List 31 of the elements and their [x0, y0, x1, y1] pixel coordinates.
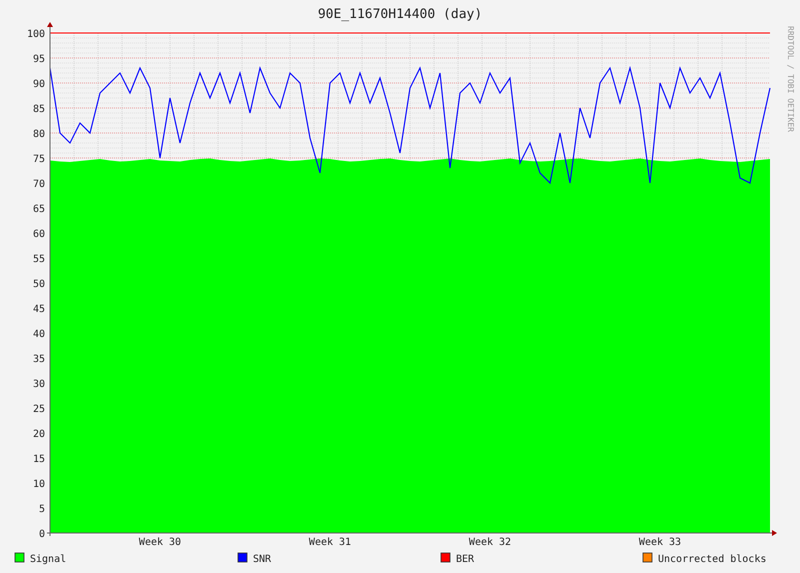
y-tick-label: 65 [32, 204, 45, 215]
legend-label: BER [456, 554, 474, 565]
legend-label: Uncorrected blocks [658, 554, 766, 565]
x-tick-label: Week 33 [638, 537, 682, 548]
x-tick-label: Week 30 [138, 537, 182, 548]
y-tick-label: 25 [32, 404, 45, 415]
y-tick-label: 20 [32, 429, 45, 440]
y-tick-label: 60 [32, 229, 45, 240]
y-tick-label: 35 [32, 354, 45, 365]
y-tick-label: 75 [32, 154, 45, 165]
y-tick-label: 30 [32, 379, 45, 390]
x-tick-label: Week 32 [468, 537, 512, 548]
y-tick-label: 90 [32, 79, 45, 90]
x-tick-label: Week 31 [308, 537, 352, 548]
y-tick-label: 50 [32, 279, 45, 290]
y-tick-label: 85 [32, 104, 45, 115]
y-tick-label: 15 [32, 454, 45, 465]
legend-label: Signal [30, 554, 66, 565]
y-tick-label: 70 [32, 179, 45, 190]
watermark-text: RRDTOOL / TOBI OETIKER [786, 26, 795, 132]
y-tick-label: 40 [32, 329, 45, 340]
y-tick-label: 5 [38, 504, 45, 515]
y-tick-label: 45 [32, 304, 45, 315]
y-tick-label: 95 [32, 54, 45, 65]
graph-title: 90E_11670H14400 (day) [318, 7, 482, 22]
y-tick-label: 80 [32, 129, 45, 140]
y-tick-label: 0 [38, 529, 45, 540]
legend-label: SNR [253, 554, 272, 565]
y-tick-label: 55 [32, 254, 45, 265]
y-tick-label: 10 [32, 479, 45, 490]
y-tick-label: 100 [26, 29, 45, 40]
